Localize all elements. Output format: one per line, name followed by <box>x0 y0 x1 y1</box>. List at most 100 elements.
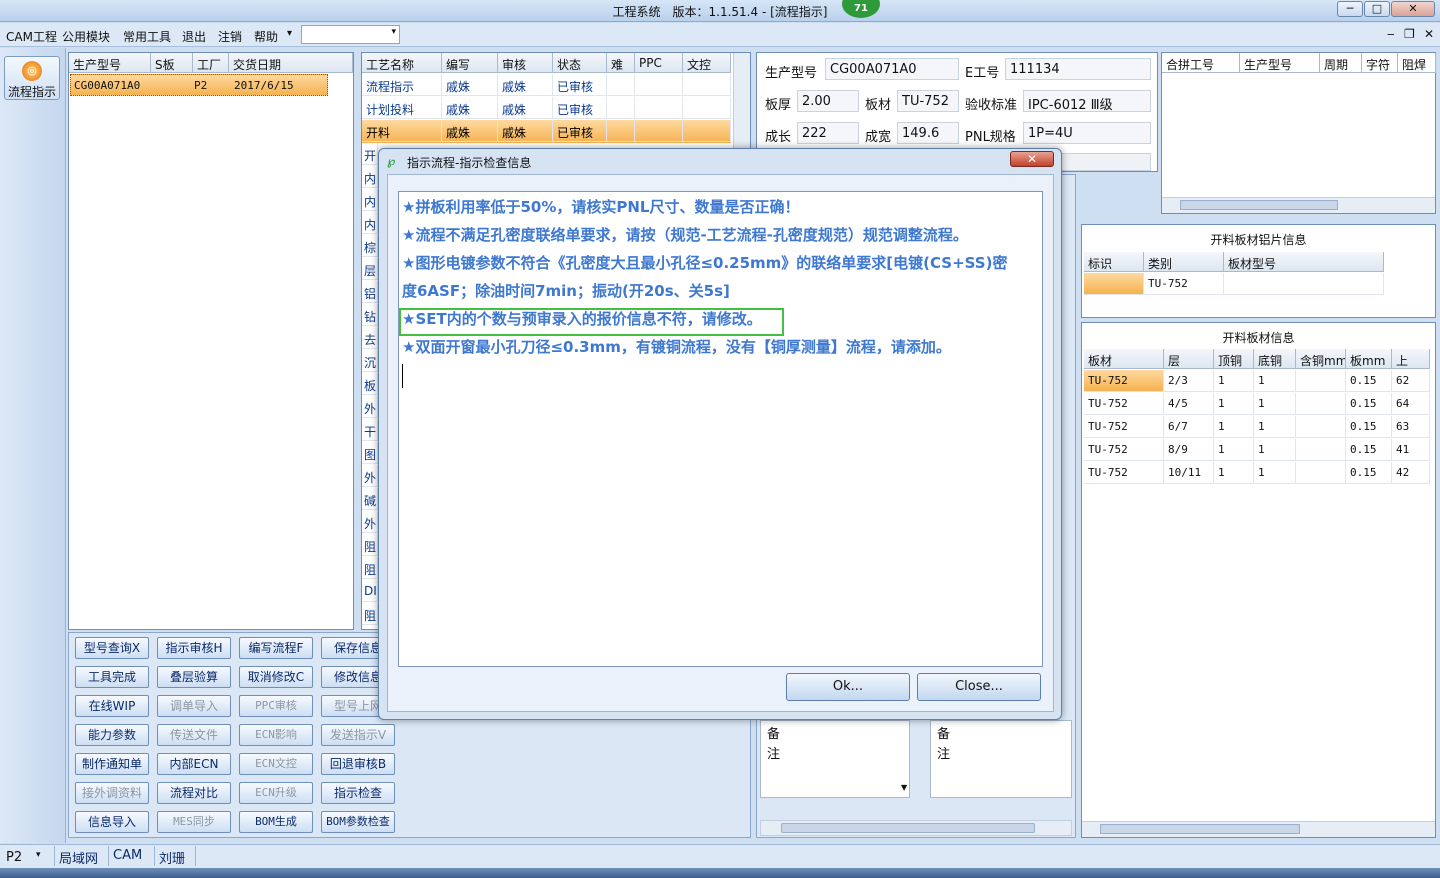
col-header[interactable]: 难 <box>607 53 635 73</box>
chevron-down-icon[interactable]: ▾ <box>36 850 41 860</box>
action-button[interactable]: ECN文控 <box>239 753 313 775</box>
col-header[interactable]: 含铜mm <box>1296 349 1346 369</box>
col-header[interactable]: 合拼工号 <box>1162 53 1240 73</box>
pnl-field[interactable]: 1P=4U <box>1023 122 1151 144</box>
list-item[interactable]: 碱 <box>362 488 378 510</box>
col-header[interactable]: 文控 <box>683 53 731 73</box>
col-header[interactable]: 工艺名称 <box>362 53 442 73</box>
action-button[interactable]: 取消修改C <box>239 666 313 688</box>
action-button[interactable]: 叠层验算 <box>157 666 231 688</box>
col-header[interactable]: 工厂 <box>193 53 229 73</box>
action-button[interactable]: 内部ECN <box>157 753 231 775</box>
menu-cam[interactable]: CAM工程 <box>6 28 57 45</box>
col-header[interactable]: 底铜 <box>1254 349 1296 369</box>
list-item[interactable]: 沉 <box>362 350 378 372</box>
action-button[interactable]: 型号查询X <box>75 637 149 659</box>
action-button[interactable]: 能力参数 <box>75 724 149 746</box>
chevron-down-icon[interactable]: ▼ <box>901 783 907 792</box>
action-button[interactable]: 指示审核H <box>157 637 231 659</box>
table-row[interactable]: CG00A071A0 P2 2017/6/15 <box>70 74 328 96</box>
factory-select[interactable]: P2 <box>6 850 22 865</box>
ok-button[interactable]: Ok... <box>786 673 910 701</box>
list-item[interactable]: 外 <box>362 396 378 418</box>
model-field[interactable]: CG00A071A0 <box>825 58 959 80</box>
action-button[interactable]: 回退审核B <box>321 753 395 775</box>
action-button[interactable]: BOM生成 <box>239 811 313 833</box>
action-button[interactable]: 发送指示V <box>321 724 395 746</box>
mdi-close-button[interactable]: ✕ <box>1424 27 1434 41</box>
list-item[interactable]: 去 <box>362 327 378 349</box>
list-item[interactable]: 外 <box>362 511 378 533</box>
mdi-minimize-button[interactable]: ‒ <box>1387 27 1395 41</box>
dialog-close-icon[interactable]: ✕ <box>1010 151 1054 167</box>
close-button[interactable]: Close... <box>917 673 1041 701</box>
menu-logout[interactable]: 注销 <box>218 28 242 45</box>
col-header[interactable]: 交货日期 <box>229 53 353 73</box>
toolbar-combo[interactable]: ▾ <box>301 25 400 44</box>
col-header[interactable]: PPC <box>635 53 683 73</box>
mdi-restore-button[interactable]: ❐ <box>1404 27 1415 41</box>
list-item[interactable]: 阻 <box>362 534 378 556</box>
action-button[interactable]: 在线WIP <box>75 695 149 717</box>
action-button[interactable]: PPC审核 <box>239 695 313 717</box>
table-row[interactable]: TU-752 6/7 1 1 0.15 63 <box>1082 416 1435 439</box>
table-row[interactable]: TU-752 4/5 1 1 0.15 64 <box>1082 393 1435 416</box>
action-button[interactable]: 信息导入 <box>75 811 149 833</box>
col-header[interactable]: 板mm <box>1346 349 1392 369</box>
list-item[interactable]: 钻 <box>362 304 378 326</box>
list-item[interactable]: 铝 <box>362 281 378 303</box>
list-item[interactable]: 干 <box>362 419 378 441</box>
length-field[interactable]: 222 <box>797 122 859 144</box>
list-item[interactable]: 内 <box>362 212 378 234</box>
width-field[interactable]: 149.6 <box>897 122 959 144</box>
action-button[interactable]: ECN升级 <box>239 782 313 804</box>
list-item[interactable]: 图 <box>362 442 378 464</box>
table-row[interactable]: 流程指示 戚姝 戚姝 已审核 <box>362 74 731 97</box>
table-row[interactable]: TU-752 8/9 1 1 0.15 41 <box>1082 439 1435 462</box>
list-item[interactable]: 内 <box>362 166 378 188</box>
col-header[interactable]: 板材 <box>1084 349 1164 369</box>
standard-field[interactable]: IPC-6012 Ⅲ级 <box>1023 90 1151 113</box>
action-button[interactable]: 制作通知单 <box>75 753 149 775</box>
col-header[interactable]: 生产型号 <box>1240 53 1320 73</box>
col-header[interactable]: 状态 <box>553 53 607 73</box>
menu-common-module[interactable]: 公用模块 <box>62 28 110 45</box>
scroll-thumb[interactable] <box>1180 200 1338 210</box>
table-row[interactable]: TU-752 2/3 1 1 0.15 62 <box>1082 370 1435 393</box>
material-field[interactable]: TU-752 <box>897 90 959 112</box>
cell[interactable]: TU-752 <box>1144 273 1224 295</box>
col-header[interactable]: 编写 <box>442 53 498 73</box>
action-button[interactable]: 工具完成 <box>75 666 149 688</box>
col-header[interactable]: 标识 <box>1084 252 1144 272</box>
action-button[interactable]: 调单导入 <box>157 695 231 717</box>
list-item[interactable]: 开 <box>362 143 378 165</box>
action-button[interactable]: 编写流程F <box>239 637 313 659</box>
scroll-thumb[interactable] <box>1100 824 1300 834</box>
minimize-button[interactable]: ─ <box>1337 1 1363 17</box>
list-item[interactable]: 阻 <box>362 603 378 625</box>
col-header[interactable]: 生产型号 <box>69 53 151 73</box>
horizontal-scrollbar[interactable] <box>1162 197 1435 213</box>
menu-help[interactable]: 帮助 <box>254 28 278 45</box>
list-item[interactable]: 阻 <box>362 557 378 579</box>
message-text-area[interactable]: ★拼板利用率低于50%，请核实PNL尺寸、数量是否正确！ ★流程不满足孔密度联络… <box>398 191 1043 667</box>
action-button[interactable]: 流程对比 <box>157 782 231 804</box>
col-header[interactable]: 审核 <box>498 53 553 73</box>
remark-box-1[interactable]: 备注 ▼ <box>760 720 910 798</box>
list-item[interactable]: 内 <box>362 189 378 211</box>
help-arrow-icon[interactable]: ▾ <box>287 28 292 39</box>
list-item[interactable]: 板 <box>362 373 378 395</box>
e-no-field[interactable]: 111134 <box>1005 58 1151 80</box>
action-button[interactable]: 接外调资料 <box>75 782 149 804</box>
close-window-button[interactable]: ✕ <box>1391 1 1435 17</box>
action-button[interactable]: BOM参数检查 <box>321 811 395 833</box>
col-header[interactable]: 板材型号 <box>1224 252 1384 272</box>
col-header[interactable]: 类别 <box>1144 252 1224 272</box>
flow-indicator-button[interactable]: ◎ 流程指示 <box>4 56 60 100</box>
list-item[interactable]: 层 <box>362 258 378 280</box>
action-button[interactable]: MES同步 <box>157 811 231 833</box>
horizontal-scrollbar[interactable] <box>760 820 1072 836</box>
thickness-field[interactable]: 2.00 <box>797 90 859 112</box>
list-item[interactable]: DI <box>362 580 378 602</box>
horizontal-scrollbar[interactable] <box>1082 821 1435 837</box>
